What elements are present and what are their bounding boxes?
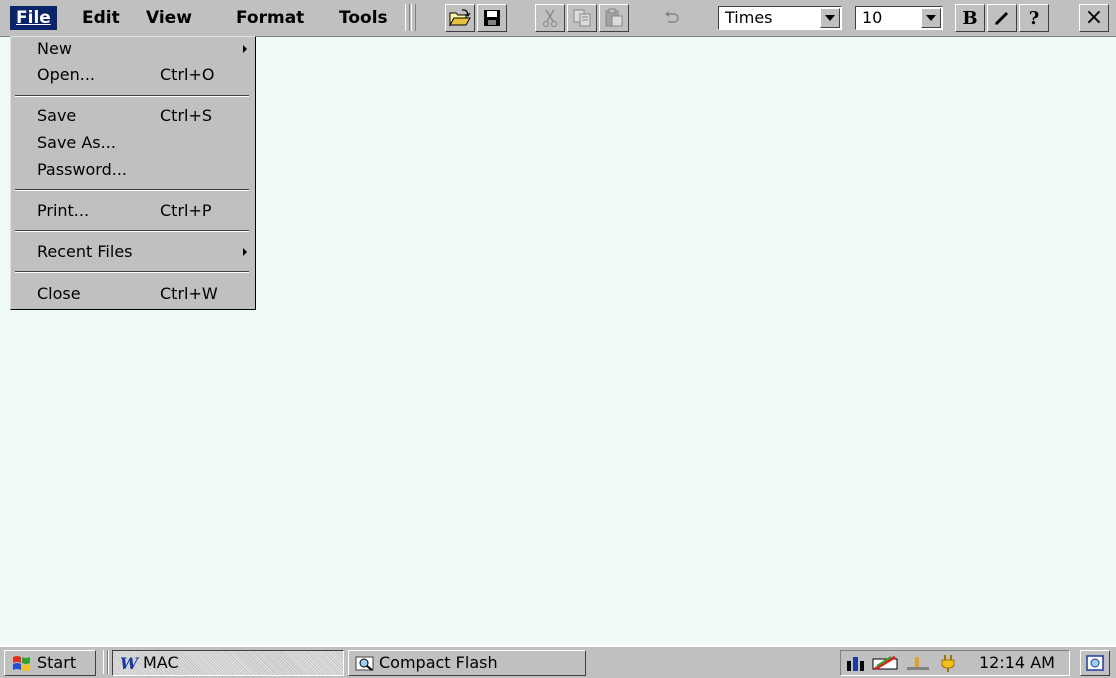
menu-edit-label: Edit <box>82 8 120 28</box>
menu-file-label: File <box>16 8 51 28</box>
open-button[interactable] <box>445 4 475 32</box>
undo-icon <box>665 11 679 23</box>
menu-tools[interactable]: Tools <box>333 6 394 30</box>
task-mac-label: MAC <box>143 653 179 672</box>
file-menu-dropdown: New Open... Ctrl+O Save Ctrl+S Save As..… <box>10 36 256 310</box>
toolbar-gripper-2[interactable] <box>411 4 416 31</box>
menu-separator <box>15 189 249 191</box>
svg-text:W: W <box>120 654 140 672</box>
open-folder-icon <box>449 9 471 27</box>
help-button[interactable]: ? <box>1019 4 1049 32</box>
chevron-down-icon <box>926 15 936 21</box>
battery-icon[interactable] <box>871 653 901 673</box>
start-button[interactable]: Start <box>4 650 96 676</box>
menu-item-new[interactable]: New <box>11 37 255 61</box>
task-button-compact-flash[interactable]: Compact Flash <box>348 650 586 676</box>
desktop-icon <box>1086 655 1104 671</box>
windows-flag-icon <box>13 656 30 671</box>
menu-item-save-shortcut: Ctrl+S <box>160 106 213 125</box>
font-name-dropdown-button[interactable] <box>820 8 840 28</box>
menu-format[interactable]: Format <box>230 6 310 30</box>
menu-item-password[interactable]: Password... <box>11 158 255 182</box>
clock[interactable]: 12:14 AM <box>979 651 1055 675</box>
menu-item-close-label: Close <box>37 284 81 303</box>
menu-format-label: Format <box>236 8 305 28</box>
submenu-arrow-icon <box>243 45 247 53</box>
menu-item-save[interactable]: Save Ctrl+S <box>11 104 255 128</box>
menu-item-new-label: New <box>37 39 72 58</box>
show-desktop-button[interactable] <box>1080 650 1110 676</box>
system-tray: 12:14 AM <box>840 650 1070 676</box>
font-name-value: Times <box>725 8 773 27</box>
taskbar: Start W MAC Compact Flash 12:14 AM <box>0 646 1116 678</box>
menu-item-open[interactable]: Open... Ctrl+O <box>11 63 255 87</box>
menu-file[interactable]: File <box>10 6 57 30</box>
menu-tools-label: Tools <box>339 8 388 28</box>
save-button[interactable] <box>477 4 507 32</box>
menu-item-save-label: Save <box>37 106 77 125</box>
wordpad-w-icon: W <box>120 654 140 672</box>
menu-edit[interactable]: Edit <box>76 6 126 30</box>
usb-connection-icon[interactable] <box>903 653 933 673</box>
menu-view-label: View <box>146 8 192 28</box>
menu-separator <box>15 230 249 232</box>
font-size-dropdown-button[interactable] <box>921 8 941 28</box>
menu-view[interactable]: View <box>140 6 198 30</box>
start-label: Start <box>37 653 77 672</box>
task-button-mac[interactable]: W MAC <box>112 650 344 676</box>
copy-button[interactable] <box>567 4 597 32</box>
help-label: ? <box>1028 7 1040 29</box>
cut-button[interactable] <box>535 4 565 32</box>
copy-icon <box>573 9 591 27</box>
bold-label: B <box>962 7 978 29</box>
pen-icon <box>994 11 1009 26</box>
close-button[interactable]: × <box>1079 4 1109 32</box>
menu-item-print[interactable]: Print... Ctrl+P <box>11 199 255 223</box>
menu-separator <box>15 271 249 273</box>
font-name-combo[interactable]: Times <box>718 6 842 30</box>
task-compact-flash-label: Compact Flash <box>379 653 498 672</box>
undo-button[interactable] <box>657 4 687 32</box>
toolbar-gripper[interactable] <box>405 4 410 31</box>
font-size-combo[interactable]: 10 <box>855 6 943 30</box>
menu-item-recent-files-label: Recent Files <box>37 242 133 261</box>
menu-separator <box>15 95 249 97</box>
menu-item-close-shortcut: Ctrl+W <box>160 284 218 303</box>
menu-item-open-label: Open... <box>37 65 95 84</box>
chevron-down-icon <box>825 15 835 21</box>
power-plug-icon[interactable] <box>937 653 959 673</box>
paste-clipboard-icon <box>605 8 623 27</box>
network-icon[interactable] <box>845 653 867 673</box>
close-label: × <box>1084 5 1104 30</box>
menu-item-print-label: Print... <box>37 201 90 220</box>
menu-item-save-as[interactable]: Save As... <box>11 131 255 155</box>
pen-button[interactable] <box>987 4 1017 32</box>
paste-button[interactable] <box>599 4 629 32</box>
menu-item-print-shortcut: Ctrl+P <box>160 201 212 220</box>
menu-item-save-as-label: Save As... <box>37 133 116 152</box>
menu-item-close[interactable]: Close Ctrl+W <box>11 282 255 306</box>
menu-item-open-shortcut: Ctrl+O <box>160 65 215 84</box>
scissors-icon <box>543 9 557 27</box>
menu-toolbar-bar: File Edit View Format Tools Times 10 B ?… <box>0 0 1116 37</box>
submenu-arrow-icon <box>243 248 247 256</box>
menu-item-recent-files[interactable]: Recent Files <box>11 240 255 264</box>
folder-search-icon <box>355 656 374 671</box>
font-size-value: 10 <box>862 8 883 27</box>
menu-item-password-label: Password... <box>37 160 127 179</box>
bold-button[interactable]: B <box>955 4 985 32</box>
floppy-disk-icon <box>484 10 500 26</box>
